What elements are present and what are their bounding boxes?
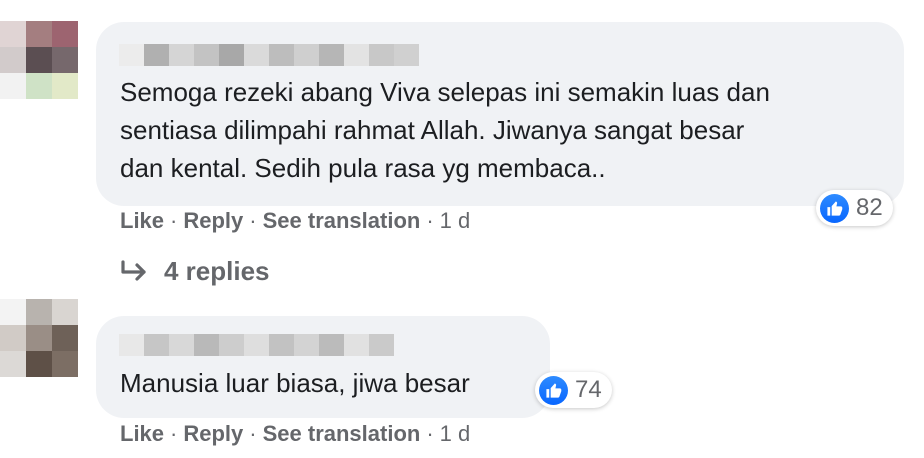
reply-arrow-icon bbox=[121, 259, 146, 281]
blurred-avatar-block bbox=[0, 299, 26, 325]
blurred-name-block bbox=[119, 334, 144, 356]
comment-text-line: Semoga rezeki abang Viva selepas ini sem… bbox=[120, 77, 770, 107]
comment-timestamp[interactable]: 1 d bbox=[440, 421, 471, 447]
blurred-name-block bbox=[294, 44, 319, 66]
blurred-name-block bbox=[269, 44, 294, 66]
blurred-avatar-block bbox=[26, 21, 52, 47]
thumbs-up-icon bbox=[539, 375, 568, 405]
separator-dot: · bbox=[426, 421, 434, 446]
blurred-name-block bbox=[144, 334, 169, 356]
blurred-name-block bbox=[194, 44, 219, 66]
blurred-name-block bbox=[244, 334, 269, 356]
avatar[interactable] bbox=[0, 299, 78, 377]
blurred-name-block bbox=[369, 334, 394, 356]
blurred-name-block bbox=[144, 44, 169, 66]
blurred-name-block bbox=[194, 334, 219, 356]
reaction-summary[interactable]: 82 bbox=[816, 190, 893, 226]
blurred-name-block bbox=[369, 44, 394, 66]
blurred-avatar-block bbox=[52, 21, 78, 47]
blurred-name-block bbox=[219, 334, 244, 356]
blurred-avatar-block bbox=[52, 299, 78, 325]
like-link[interactable]: Like bbox=[120, 421, 164, 447]
comment-text: Manusia luar biasa, jiwa besar bbox=[120, 364, 470, 402]
blurred-name-block bbox=[294, 334, 319, 356]
blurred-avatar-block bbox=[26, 299, 52, 325]
blurred-avatar-block bbox=[0, 325, 26, 351]
thumbs-up-icon bbox=[820, 193, 849, 223]
blurred-name-block bbox=[169, 44, 194, 66]
blurred-avatar-block bbox=[52, 325, 78, 351]
blurred-name-block bbox=[119, 44, 144, 66]
comment-text-line: Manusia luar biasa, jiwa besar bbox=[120, 368, 470, 398]
blurred-avatar-block bbox=[52, 73, 78, 99]
comment-actions: Like · Reply · See translation · 1 d bbox=[120, 208, 470, 234]
blurred-name-block bbox=[269, 334, 294, 356]
separator-dot: · bbox=[426, 208, 434, 233]
comment-actions: Like · Reply · See translation · 1 d bbox=[120, 421, 470, 447]
comment-bubble: Manusia luar biasa, jiwa besar bbox=[96, 316, 550, 418]
separator-dot: · bbox=[249, 421, 257, 446]
blurred-avatar-block bbox=[0, 21, 26, 47]
blurred-name-block bbox=[344, 44, 369, 66]
blurred-name-block bbox=[344, 334, 369, 356]
replies-count-label: 4 replies bbox=[164, 256, 270, 286]
reply-link[interactable]: Reply bbox=[183, 208, 243, 234]
blurred-avatar-block bbox=[26, 73, 52, 99]
blurred-name-block bbox=[169, 334, 194, 356]
like-link[interactable]: Like bbox=[120, 208, 164, 234]
blurred-name-block bbox=[394, 44, 419, 66]
comment-bubble: Semoga rezeki abang Viva selepas ini sem… bbox=[96, 22, 904, 206]
blurred-avatar-block bbox=[26, 351, 52, 377]
separator-dot: · bbox=[170, 208, 178, 233]
blurred-name-block bbox=[319, 44, 344, 66]
blurred-avatar-block bbox=[26, 47, 52, 73]
reply-link[interactable]: Reply bbox=[183, 421, 243, 447]
separator-dot: · bbox=[170, 421, 178, 446]
blurred-avatar-block bbox=[0, 73, 26, 99]
reaction-summary[interactable]: 74 bbox=[535, 372, 612, 408]
comment-text-line: dan kental. Sedih pula rasa yg membaca.. bbox=[120, 153, 606, 183]
blurred-name-block bbox=[219, 44, 244, 66]
reaction-count: 82 bbox=[856, 194, 883, 221]
blurred-avatar-block bbox=[52, 47, 78, 73]
separator-dot: · bbox=[249, 208, 257, 233]
comment-timestamp[interactable]: 1 d bbox=[440, 208, 471, 234]
reaction-count: 74 bbox=[575, 376, 602, 403]
blurred-avatar-block bbox=[0, 47, 26, 73]
blurred-name-block bbox=[244, 44, 269, 66]
blurred-name-block bbox=[319, 334, 344, 356]
commenter-name-blurred[interactable] bbox=[119, 334, 394, 356]
comment-text-line: sentiasa dilimpahi rahmat Allah. Jiwanya… bbox=[120, 115, 745, 145]
blurred-avatar-block bbox=[52, 351, 78, 377]
avatar[interactable] bbox=[0, 21, 78, 99]
comment-text: Semoga rezeki abang Viva selepas ini sem… bbox=[120, 73, 770, 187]
see-translation-link[interactable]: See translation bbox=[263, 421, 421, 447]
see-translation-link[interactable]: See translation bbox=[263, 208, 421, 234]
blurred-avatar-block bbox=[0, 351, 26, 377]
blurred-avatar-block bbox=[26, 325, 52, 351]
commenter-name-blurred[interactable] bbox=[119, 44, 419, 66]
view-replies-button[interactable]: 4 replies bbox=[120, 256, 270, 287]
